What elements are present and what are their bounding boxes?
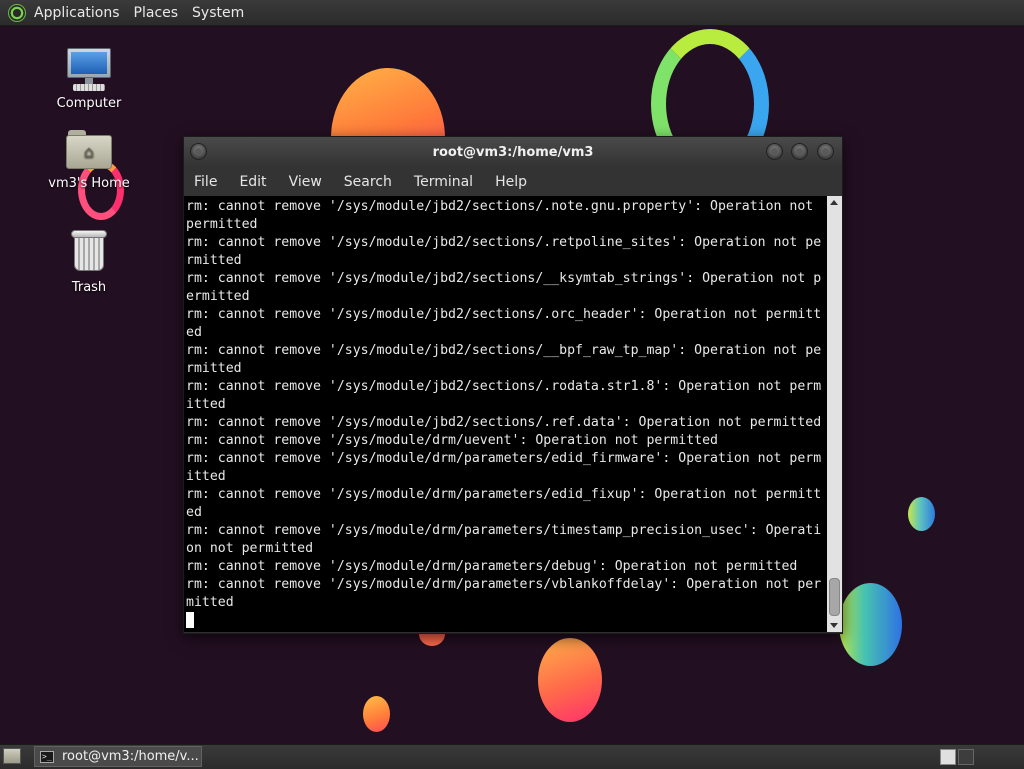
- scrollbar-thumb[interactable]: [829, 578, 840, 616]
- show-desktop-icon[interactable]: [3, 748, 21, 764]
- terminal-line: rm: cannot remove '/sys/module/jbd2/sect…: [186, 271, 822, 286]
- terminal-line: rmitted: [186, 361, 242, 376]
- terminal-prompt-line: [186, 612, 826, 631]
- background-blue-dot-small: [908, 497, 935, 531]
- menu-file[interactable]: File: [188, 174, 223, 190]
- desktop-icon-home[interactable]: ⌂ vm3's Home: [44, 130, 134, 191]
- minimize-button[interactable]: [766, 143, 783, 160]
- home-folder-icon: ⌂: [66, 130, 112, 170]
- menu-search[interactable]: Search: [338, 174, 398, 190]
- terminal-line: itted: [186, 469, 226, 484]
- computer-icon: [65, 46, 113, 92]
- terminal-line: rm: cannot remove '/sys/module/jbd2/sect…: [186, 235, 822, 250]
- taskbar-terminal-button[interactable]: >_ root@vm3:/home/v...: [34, 746, 202, 767]
- terminal-line: rm: cannot remove '/sys/module/jbd2/sect…: [186, 379, 822, 394]
- terminal-line: rm: cannot remove '/sys/module/jbd2/sect…: [186, 199, 814, 214]
- trash-icon: [71, 230, 107, 272]
- terminal-line: mitted: [186, 595, 234, 610]
- terminal-line: rm: cannot remove '/sys/module/drm/param…: [186, 559, 798, 574]
- workspace-switcher-1[interactable]: [940, 749, 956, 765]
- terminal-line: on not permitted: [186, 541, 314, 556]
- terminal-line: permitted: [186, 217, 258, 232]
- terminal-line: rm: cannot remove '/sys/module/jbd2/sect…: [186, 343, 822, 358]
- menu-help[interactable]: Help: [489, 174, 533, 190]
- terminal-line: ed: [186, 505, 202, 520]
- terminal-window[interactable]: root@vm3:/home/vm3 File Edit View Search…: [183, 136, 843, 634]
- terminal-line: rm: cannot remove '/sys/module/jbd2/sect…: [186, 307, 822, 322]
- menu-system[interactable]: System: [192, 5, 244, 21]
- terminal-line: rm: cannot remove '/sys/module/jbd2/sect…: [186, 415, 822, 430]
- terminal-line: rm: cannot remove '/sys/module/drm/ueven…: [186, 433, 718, 448]
- terminal-line: rm: cannot remove '/sys/module/drm/param…: [186, 451, 822, 466]
- terminal-output[interactable]: rm: cannot remove '/sys/module/jbd2/sect…: [184, 196, 827, 632]
- background-orange-dot-small: [363, 696, 390, 732]
- window-menu-button[interactable]: [190, 143, 207, 160]
- background-blue-dot-large: [839, 583, 902, 666]
- desktop-icon-computer[interactable]: Computer: [44, 46, 134, 111]
- terminal-line: ermitted: [186, 289, 250, 304]
- terminal-line: rm: cannot remove '/sys/module/drm/param…: [186, 577, 822, 592]
- workspace-switcher-2[interactable]: [958, 749, 974, 765]
- window-title: root@vm3:/home/vm3: [432, 144, 594, 160]
- taskbar-button-label: root@vm3:/home/v...: [62, 749, 199, 764]
- menu-view[interactable]: View: [283, 174, 328, 190]
- close-button[interactable]: [817, 143, 834, 160]
- distro-logo-icon[interactable]: [8, 3, 26, 22]
- bottom-panel: >_ root@vm3:/home/v...: [0, 744, 1024, 769]
- desktop-icon-label: Computer: [56, 96, 122, 111]
- terminal-line: ed: [186, 325, 202, 340]
- terminal-line: rm: cannot remove '/sys/module/drm/param…: [186, 487, 822, 502]
- terminal-line: rmitted: [186, 253, 242, 268]
- scroll-up-arrow-icon[interactable]: [830, 200, 838, 205]
- menu-places[interactable]: Places: [134, 5, 179, 21]
- desktop-icon-label: vm3's Home: [48, 176, 130, 191]
- menu-applications[interactable]: Applications: [34, 5, 120, 21]
- scroll-down-arrow-icon[interactable]: [830, 623, 838, 628]
- terminal-text: rm: cannot remove '/sys/module/jbd2/sect…: [186, 198, 826, 631]
- top-panel: Applications Places System: [0, 0, 1024, 26]
- menu-terminal[interactable]: Terminal: [408, 174, 479, 190]
- window-titlebar[interactable]: root@vm3:/home/vm3: [184, 137, 842, 167]
- terminal-scrollbar[interactable]: [827, 196, 842, 632]
- terminal-menubar: File Edit View Search Terminal Help: [184, 167, 842, 196]
- terminal-icon: >_: [40, 750, 54, 763]
- terminal-cursor: [186, 612, 194, 628]
- terminal-line: itted: [186, 397, 226, 412]
- desktop-icon-trash[interactable]: Trash: [44, 230, 134, 295]
- background-orange-dot: [538, 638, 602, 722]
- terminal-line: rm: cannot remove '/sys/module/drm/param…: [186, 523, 822, 538]
- menu-edit[interactable]: Edit: [233, 174, 272, 190]
- maximize-button[interactable]: [791, 143, 808, 160]
- desktop-icon-label: Trash: [71, 280, 107, 295]
